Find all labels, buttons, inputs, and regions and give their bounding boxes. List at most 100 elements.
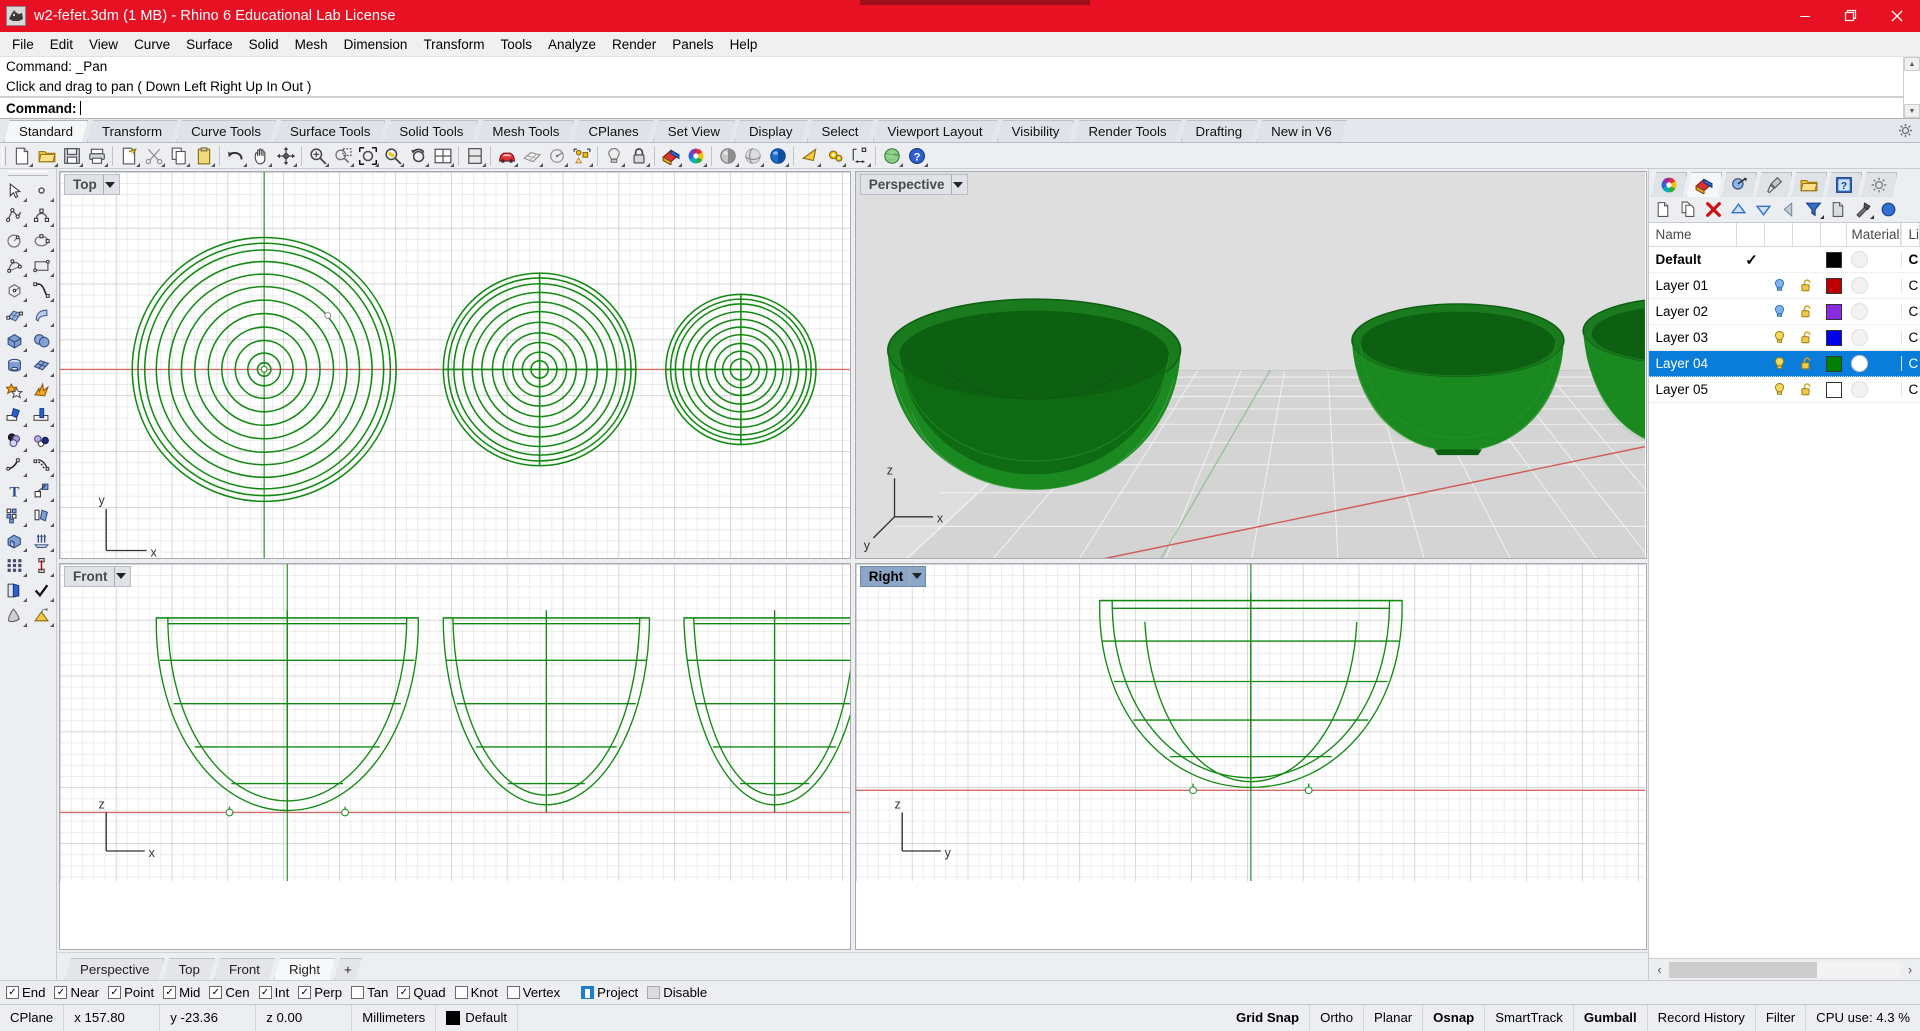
curve-fillet-icon[interactable] — [1, 453, 28, 478]
flyout-corner[interactable] — [589, 162, 593, 167]
layer-linetype[interactable]: C — [1901, 278, 1920, 293]
checkbox[interactable] — [647, 986, 661, 999]
menu-item-surface[interactable]: Surface — [178, 34, 241, 55]
checkbox[interactable]: ✓ — [6, 986, 19, 999]
layer-material-swatch[interactable] — [1847, 251, 1901, 268]
tool-palette-grip[interactable] — [8, 171, 48, 176]
render-settings-icon[interactable] — [822, 144, 847, 168]
osnap-vertex[interactable]: Vertex — [506, 985, 560, 1000]
flyout-corner[interactable] — [50, 248, 54, 252]
layer-properties-icon[interactable] — [1826, 198, 1851, 222]
scroll-track[interactable] — [1669, 961, 1900, 978]
new-layer-icon[interactable] — [1651, 198, 1676, 222]
scale-icon[interactable] — [28, 478, 55, 503]
zoom-window-icon[interactable] — [330, 144, 355, 168]
layer-name[interactable]: Layer 02 — [1649, 304, 1737, 319]
layer-name[interactable]: Layer 04 — [1649, 356, 1737, 371]
flyout-corner[interactable] — [23, 398, 27, 402]
zoom-extents-icon[interactable] — [355, 144, 380, 168]
split-viewport-icon[interactable] — [462, 144, 487, 168]
checkbox[interactable]: ✓ — [209, 986, 223, 999]
status-toggle-record-history[interactable]: Record History — [1648, 1005, 1756, 1031]
cone-icon[interactable] — [1, 603, 28, 628]
flyout-corner[interactable] — [79, 162, 83, 167]
flyout-corner[interactable] — [50, 273, 54, 277]
toolbar-tab-surface-tools[interactable]: Surface Tools — [275, 120, 385, 142]
render-car-icon[interactable] — [494, 144, 519, 168]
flyout-corner[interactable] — [268, 162, 272, 167]
flyout-corner[interactable] — [23, 273, 27, 277]
copy-icon[interactable] — [166, 144, 191, 168]
status-toggle-gumball[interactable]: Gumball — [1574, 1005, 1648, 1031]
globe-icon[interactable] — [879, 144, 904, 168]
status-toggle-ortho[interactable]: Ortho — [1310, 1005, 1365, 1031]
command-input[interactable]: Command: — [0, 97, 1903, 118]
light-bulb-icon[interactable] — [601, 144, 626, 168]
status-cplane[interactable]: CPlane — [0, 1005, 65, 1031]
flyout-corner[interactable] — [1870, 214, 1875, 219]
flyout-corner[interactable] — [211, 162, 215, 167]
layer-row[interactable]: Layer 02 C — [1649, 299, 1920, 325]
scroll-right-arrow-icon[interactable]: › — [1900, 962, 1920, 977]
viewport-tab-front[interactable]: Front — [214, 958, 275, 980]
dimension-linear-icon[interactable] — [28, 553, 55, 578]
flyout-corner[interactable] — [400, 162, 404, 167]
osnap-knot[interactable]: Knot — [454, 985, 498, 1000]
flyout-corner[interactable] — [450, 162, 454, 167]
top-viewport[interactable]: y x Top — [59, 171, 851, 559]
layer-linetype[interactable]: C — [1901, 382, 1920, 397]
layer-name[interactable]: Default — [1649, 252, 1737, 267]
checkbox[interactable] — [506, 986, 520, 999]
flyout-corner[interactable] — [539, 162, 543, 167]
viewport-tab-perspective[interactable]: Perspective — [65, 958, 164, 980]
grid-plane-icon[interactable] — [519, 144, 544, 168]
add-viewport-tab[interactable]: + — [334, 958, 362, 980]
chevron-down-icon[interactable] — [113, 566, 128, 586]
named-views-tab-icon[interactable] — [1791, 172, 1827, 197]
flyout-corner[interactable] — [50, 373, 54, 377]
layer-name[interactable]: Layer 03 — [1649, 330, 1737, 345]
flyout-corner[interactable] — [50, 623, 54, 627]
curve-offset-icon[interactable] — [28, 453, 55, 478]
status-toggle-planar[interactable]: Planar — [1364, 1005, 1424, 1031]
split-icon[interactable] — [28, 403, 55, 428]
osnap-quad[interactable]: ✓ Quad — [397, 985, 446, 1000]
box-solid-icon[interactable] — [1, 328, 28, 353]
flyout-corner[interactable] — [29, 162, 33, 167]
shaded-display-icon[interactable] — [715, 144, 740, 168]
flyout-corner[interactable] — [425, 162, 429, 167]
front-viewport[interactable]: z x Front — [59, 562, 851, 950]
osnap-project[interactable]: Project — [581, 985, 638, 1000]
array-icon[interactable] — [1, 503, 28, 528]
layer-column-current[interactable] — [1737, 222, 1766, 247]
toolbar-tab-transform[interactable]: Transform — [87, 120, 177, 142]
layer-lock-icon[interactable] — [1793, 382, 1821, 397]
right-viewport[interactable]: z y Right — [854, 562, 1647, 950]
menu-item-analyze[interactable]: Analyze — [540, 34, 604, 55]
flyout-corner[interactable] — [50, 548, 54, 552]
flyout-corner[interactable] — [350, 162, 354, 167]
osnap-mid[interactable]: ✓ Mid — [163, 985, 200, 1000]
chevron-down-icon[interactable] — [909, 566, 923, 586]
filter-layers-icon[interactable] — [1801, 198, 1826, 222]
flyout-corner[interactable] — [899, 162, 903, 167]
top-viewport-label[interactable]: Top — [64, 174, 120, 195]
osnap-cen[interactable]: ✓ Cen — [209, 985, 250, 1000]
flyout-corner[interactable] — [23, 248, 27, 252]
render-preview-icon[interactable] — [797, 144, 822, 168]
flyout-corner[interactable] — [23, 423, 27, 427]
move-layer-down-icon[interactable] — [1751, 198, 1776, 222]
menu-item-render[interactable]: Render — [604, 34, 664, 55]
flyout-corner[interactable] — [50, 223, 54, 227]
paste-icon[interactable] — [191, 144, 216, 168]
flyout-corner[interactable] — [817, 162, 821, 167]
layer-visibility-icon[interactable] — [1765, 330, 1793, 345]
layer-column-material[interactable]: Material — [1847, 222, 1902, 247]
maximize-restore-button[interactable] — [1828, 0, 1874, 32]
flyout-corner[interactable] — [23, 348, 27, 352]
flyout-corner[interactable] — [646, 162, 650, 167]
layer-linetype[interactable]: C — [1901, 252, 1920, 267]
flyout-corner[interactable] — [735, 162, 739, 167]
layer-color-swatch[interactable] — [1821, 329, 1847, 346]
layer-column-linetype[interactable]: Li — [1901, 222, 1920, 247]
